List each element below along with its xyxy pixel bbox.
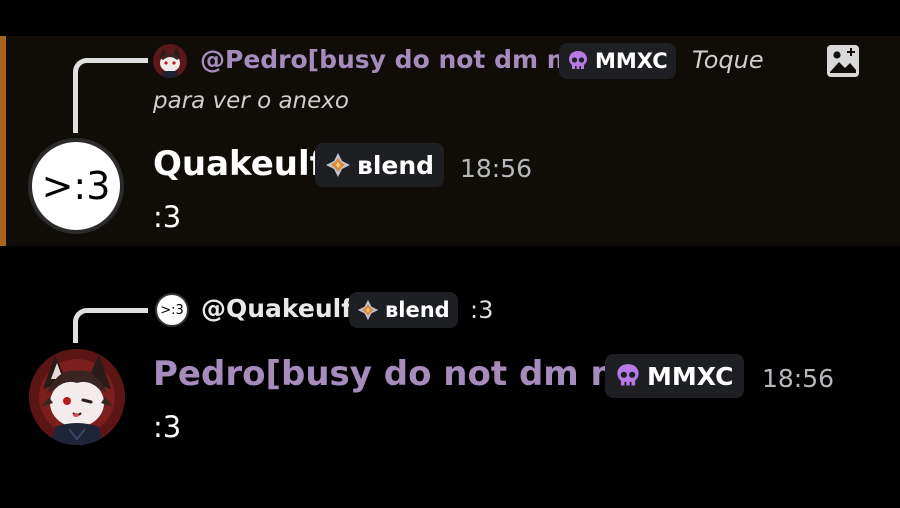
author-tag-blend[interactable]: вlend bbox=[315, 143, 445, 187]
blend-diamond-icon bbox=[325, 152, 351, 178]
reply-connector-line bbox=[73, 308, 148, 343]
message-content: :3 bbox=[153, 410, 182, 444]
reply-connector-line bbox=[73, 58, 148, 133]
reply-preview[interactable]: :3 bbox=[470, 296, 493, 324]
reply-preview-line1[interactable]: Toque bbox=[692, 46, 764, 74]
author-quakeulf[interactable]: Quakeulf bbox=[153, 144, 324, 184]
author-role-tag-mmxc[interactable]: MMXC bbox=[605, 354, 744, 398]
message-content: :3 bbox=[153, 200, 182, 234]
timestamp: 18:56 bbox=[460, 154, 533, 183]
avatar-pedro[interactable] bbox=[29, 349, 125, 445]
reply-role-tag-label: MMXC bbox=[595, 49, 668, 73]
timestamp: 18:56 bbox=[762, 364, 835, 393]
skull-icon bbox=[567, 50, 589, 72]
reply-mention-pedro[interactable]: @Pedro[busy do not dm me] bbox=[200, 45, 601, 74]
reply-avatar-text: >:3 bbox=[160, 302, 184, 318]
reply-mention-quakeulf[interactable]: @Quakeulf bbox=[201, 294, 352, 323]
avatar-text: >:3 bbox=[41, 164, 111, 208]
author-tag-label: вlend bbox=[357, 150, 435, 180]
reply-tag-blend[interactable]: вlend bbox=[349, 292, 458, 328]
reply-avatar-pedro[interactable] bbox=[153, 44, 187, 78]
author-pedro[interactable]: Pedro[busy do not dm me] bbox=[153, 354, 665, 394]
blend-diamond-icon bbox=[357, 299, 379, 321]
author-role-tag-label: MMXC bbox=[647, 361, 734, 391]
mention-highlight-bar bbox=[0, 36, 6, 246]
skull-icon bbox=[615, 363, 641, 389]
avatar-quakeulf[interactable]: >:3 bbox=[28, 138, 124, 234]
reply-role-tag-mmxc[interactable]: MMXC bbox=[559, 43, 676, 79]
reply-preview-line2[interactable]: para ver o anexo bbox=[153, 88, 349, 114]
reply-tag-label: вlend bbox=[385, 298, 450, 322]
image-attachment-icon[interactable] bbox=[826, 44, 860, 78]
reply-avatar-quakeulf[interactable]: >:3 bbox=[155, 293, 189, 327]
